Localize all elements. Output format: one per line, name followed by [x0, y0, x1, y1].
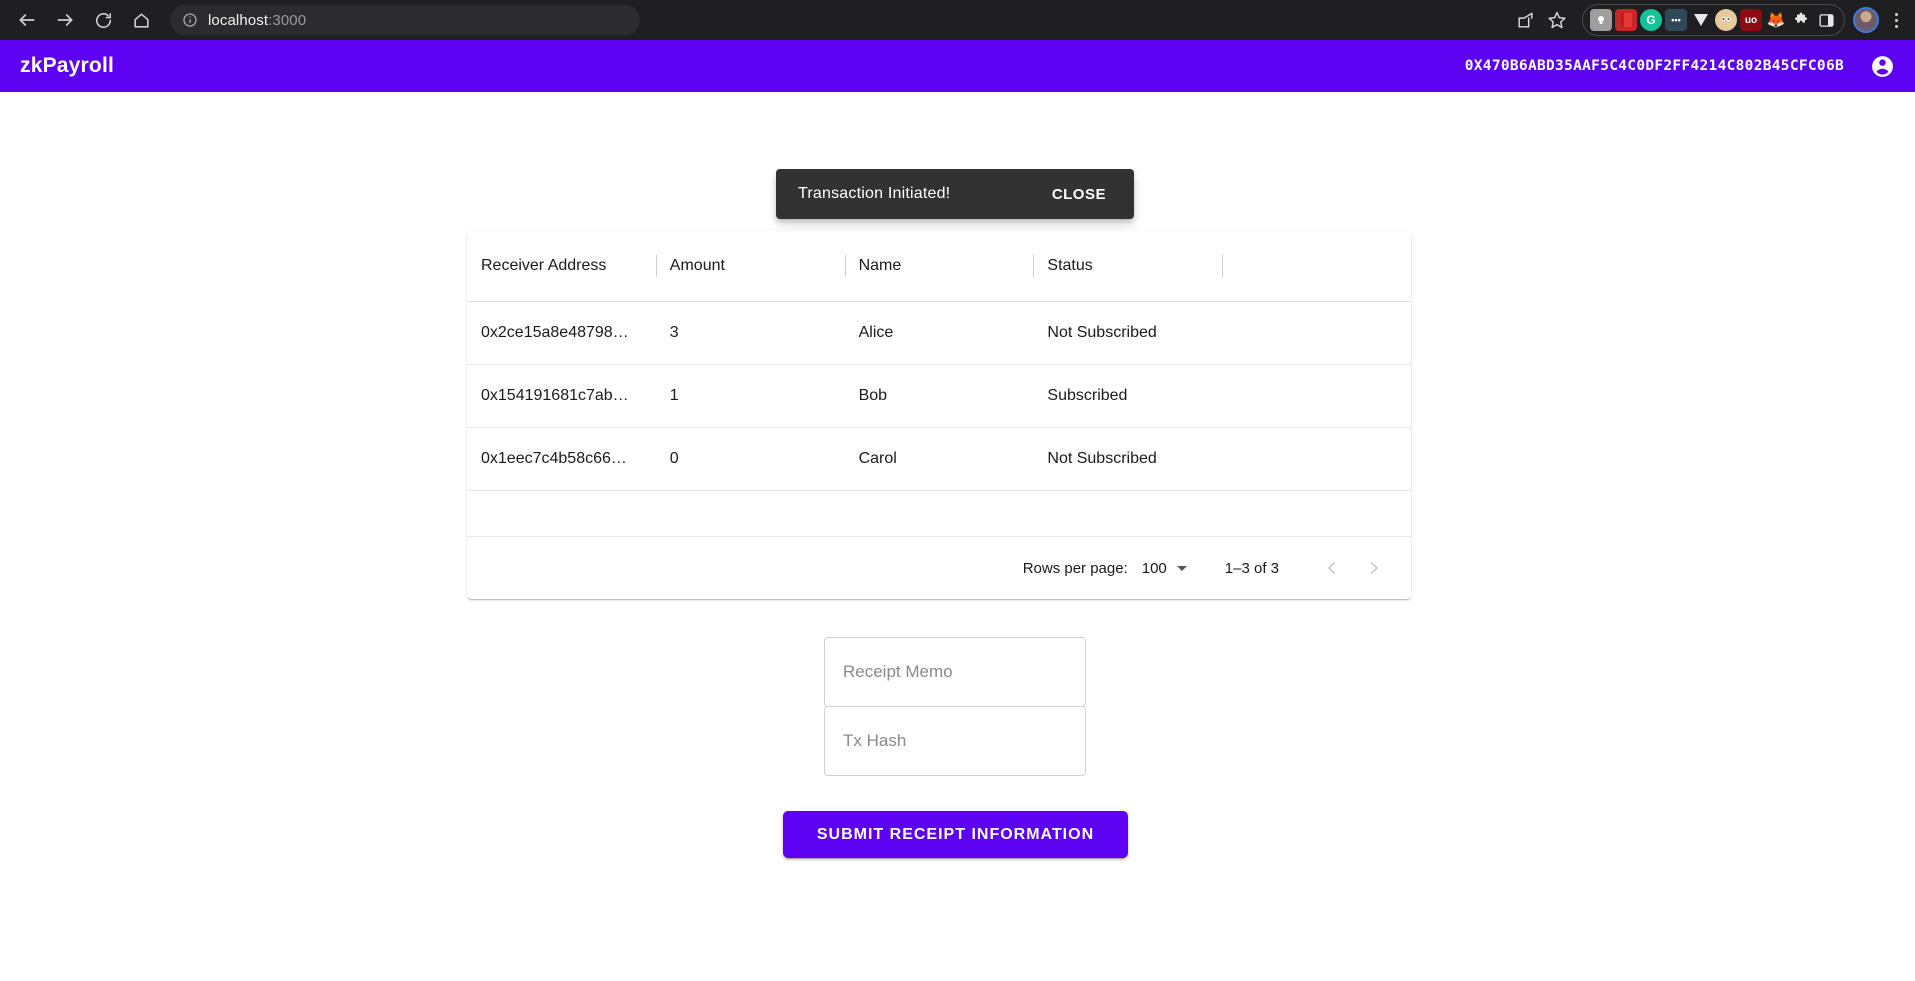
table-header-row: Receiver Address Amount Name Status: [467, 231, 1411, 302]
ublock-extension-icon[interactable]: uo: [1740, 9, 1762, 31]
cell-name: Alice: [844, 301, 1034, 365]
next-page-button[interactable]: [1353, 547, 1395, 589]
tx-hash-field[interactable]: [824, 706, 1086, 776]
browser-toolbar: localhost:3000 G ••• uo 🦊: [0, 0, 1915, 40]
star-icon: [1548, 11, 1566, 29]
cell-receiver-address: 0x2ce15a8e48798…: [467, 301, 656, 365]
toast-notification: Transaction Initiated! CLOSE: [776, 169, 1134, 219]
cell-status: Not Subscribed: [1033, 427, 1223, 491]
tx-hash-input[interactable]: [841, 730, 1069, 752]
profile-avatar[interactable]: [1853, 7, 1879, 33]
vercel-extension-icon[interactable]: [1690, 9, 1712, 31]
chevron-down-icon: [1176, 565, 1187, 571]
back-button[interactable]: [10, 3, 44, 37]
arrow-left-icon: [19, 14, 35, 26]
cell-amount: 3: [655, 301, 845, 365]
chevron-left-icon: [1328, 562, 1335, 574]
cell-amount: 0: [655, 427, 845, 491]
extensions-pill: G ••• uo 🦊: [1582, 4, 1845, 36]
app-header: zkPayroll 0X470B6ABD35AAF5C4C0DF2FF4214C…: [0, 40, 1915, 92]
url-bar[interactable]: localhost:3000: [170, 5, 640, 35]
chevron-right-icon: [1371, 562, 1378, 574]
side-panel-glyph: [1818, 13, 1834, 27]
metamask-extension-icon[interactable]: 🦊: [1765, 9, 1787, 31]
lightbulb-extension-icon[interactable]: [1590, 9, 1612, 31]
column-header-name[interactable]: Name: [844, 231, 1034, 302]
cell-status: Subscribed: [1033, 364, 1223, 428]
arrow-right-icon: [57, 14, 73, 26]
triangle-down-glyph: [1694, 14, 1708, 26]
receipt-form: [824, 637, 1086, 776]
receipt-memo-field[interactable]: [824, 637, 1086, 707]
table-row[interactable]: 0x1eec7c4b58c66… 0 Carol Not Subscribed: [467, 427, 1411, 491]
payroll-table-card: Receiver Address Amount Name Status 0x2c…: [467, 231, 1411, 599]
empty-cell: [467, 490, 1411, 537]
home-icon: [133, 12, 149, 28]
url-text: localhost:3000: [208, 12, 306, 29]
cell-status: Not Subscribed: [1033, 301, 1223, 365]
puzzle-glyph: [1795, 12, 1807, 23]
browser-nav-buttons: [10, 3, 158, 37]
reload-button[interactable]: [86, 3, 120, 37]
table-pagination: Rows per page: 100 1–3 of 3: [467, 537, 1411, 599]
wallet-address: 0X470B6ABD35AAF5C4C0DF2FF4214C802B45CFC0…: [1464, 58, 1844, 74]
forward-button[interactable]: [48, 3, 82, 37]
column-header-actions[interactable]: [1222, 231, 1411, 302]
cell-actions: [1222, 364, 1411, 428]
grammarly-extension-icon[interactable]: G: [1640, 9, 1662, 31]
cell-name: Bob: [844, 364, 1034, 428]
share-button[interactable]: [1510, 5, 1540, 35]
pagination-range-label: 1–3 of 3: [1224, 559, 1279, 577]
url-host: localhost: [208, 11, 269, 29]
page-body: Transaction Initiated! CLOSE Receiver Ad…: [0, 92, 1915, 981]
table-empty-row: [467, 490, 1411, 537]
info-circle-icon: [183, 13, 197, 27]
toast-close-button[interactable]: CLOSE: [1046, 185, 1112, 204]
puzzle-extensions-icon[interactable]: [1790, 9, 1812, 31]
rows-per-page-select[interactable]: 100: [1142, 560, 1187, 577]
bookmark-button[interactable]: [1542, 5, 1572, 35]
column-header-status[interactable]: Status: [1033, 231, 1223, 302]
table-row[interactable]: 0x2ce15a8e48798… 3 Alice Not Subscribed: [467, 301, 1411, 365]
cell-name: Carol: [844, 427, 1034, 491]
rows-per-page-value: 100: [1141, 559, 1167, 577]
table-head: Receiver Address Amount Name Status: [467, 231, 1411, 302]
cell-actions: [1222, 427, 1411, 491]
lightbulb-glyph: [1598, 16, 1604, 24]
reload-icon: [95, 12, 111, 28]
cell-receiver-address: 0x1eec7c4b58c66…: [467, 427, 656, 491]
column-header-receiver-address[interactable]: Receiver Address: [467, 231, 656, 302]
browser-toolbar-right: G ••• uo 🦊: [1510, 0, 1907, 40]
share-icon: [1517, 12, 1533, 28]
dots-extension-icon[interactable]: •••: [1665, 9, 1687, 31]
book-glyph: [1620, 12, 1632, 27]
kebab-menu-icon[interactable]: [1885, 7, 1907, 33]
account-button[interactable]: [1870, 54, 1895, 79]
payroll-table: Receiver Address Amount Name Status 0x2c…: [467, 231, 1411, 537]
url-port: :3000: [268, 11, 307, 29]
toast-message: Transaction Initiated!: [798, 185, 951, 202]
page-title: zkPayroll: [20, 54, 115, 77]
avatar-extension-icon[interactable]: [1715, 9, 1737, 31]
column-header-amount[interactable]: Amount: [655, 231, 845, 302]
receipt-memo-input[interactable]: [841, 661, 1069, 683]
face-glyph: [1721, 17, 1731, 21]
table-row[interactable]: 0x154191681c7ab… 1 Bob Subscribed: [467, 364, 1411, 428]
rows-per-page-label: Rows per page:: [1022, 559, 1128, 577]
account-circle-icon: [1872, 55, 1893, 77]
home-button[interactable]: [124, 3, 158, 37]
book-extension-icon[interactable]: [1615, 9, 1637, 31]
cell-actions: [1222, 301, 1411, 365]
cell-amount: 1: [655, 364, 845, 428]
app-header-right: 0X470B6ABD35AAF5C4C0DF2FF4214C802B45CFC0…: [1465, 54, 1895, 79]
submit-receipt-button[interactable]: SUBMIT RECEIPT INFORMATION: [783, 811, 1128, 858]
cell-receiver-address: 0x154191681c7ab…: [467, 364, 656, 428]
table-body: 0x2ce15a8e48798… 3 Alice Not Subscribed …: [467, 301, 1411, 537]
previous-page-button[interactable]: [1311, 547, 1353, 589]
side-panel-icon[interactable]: [1815, 9, 1837, 31]
